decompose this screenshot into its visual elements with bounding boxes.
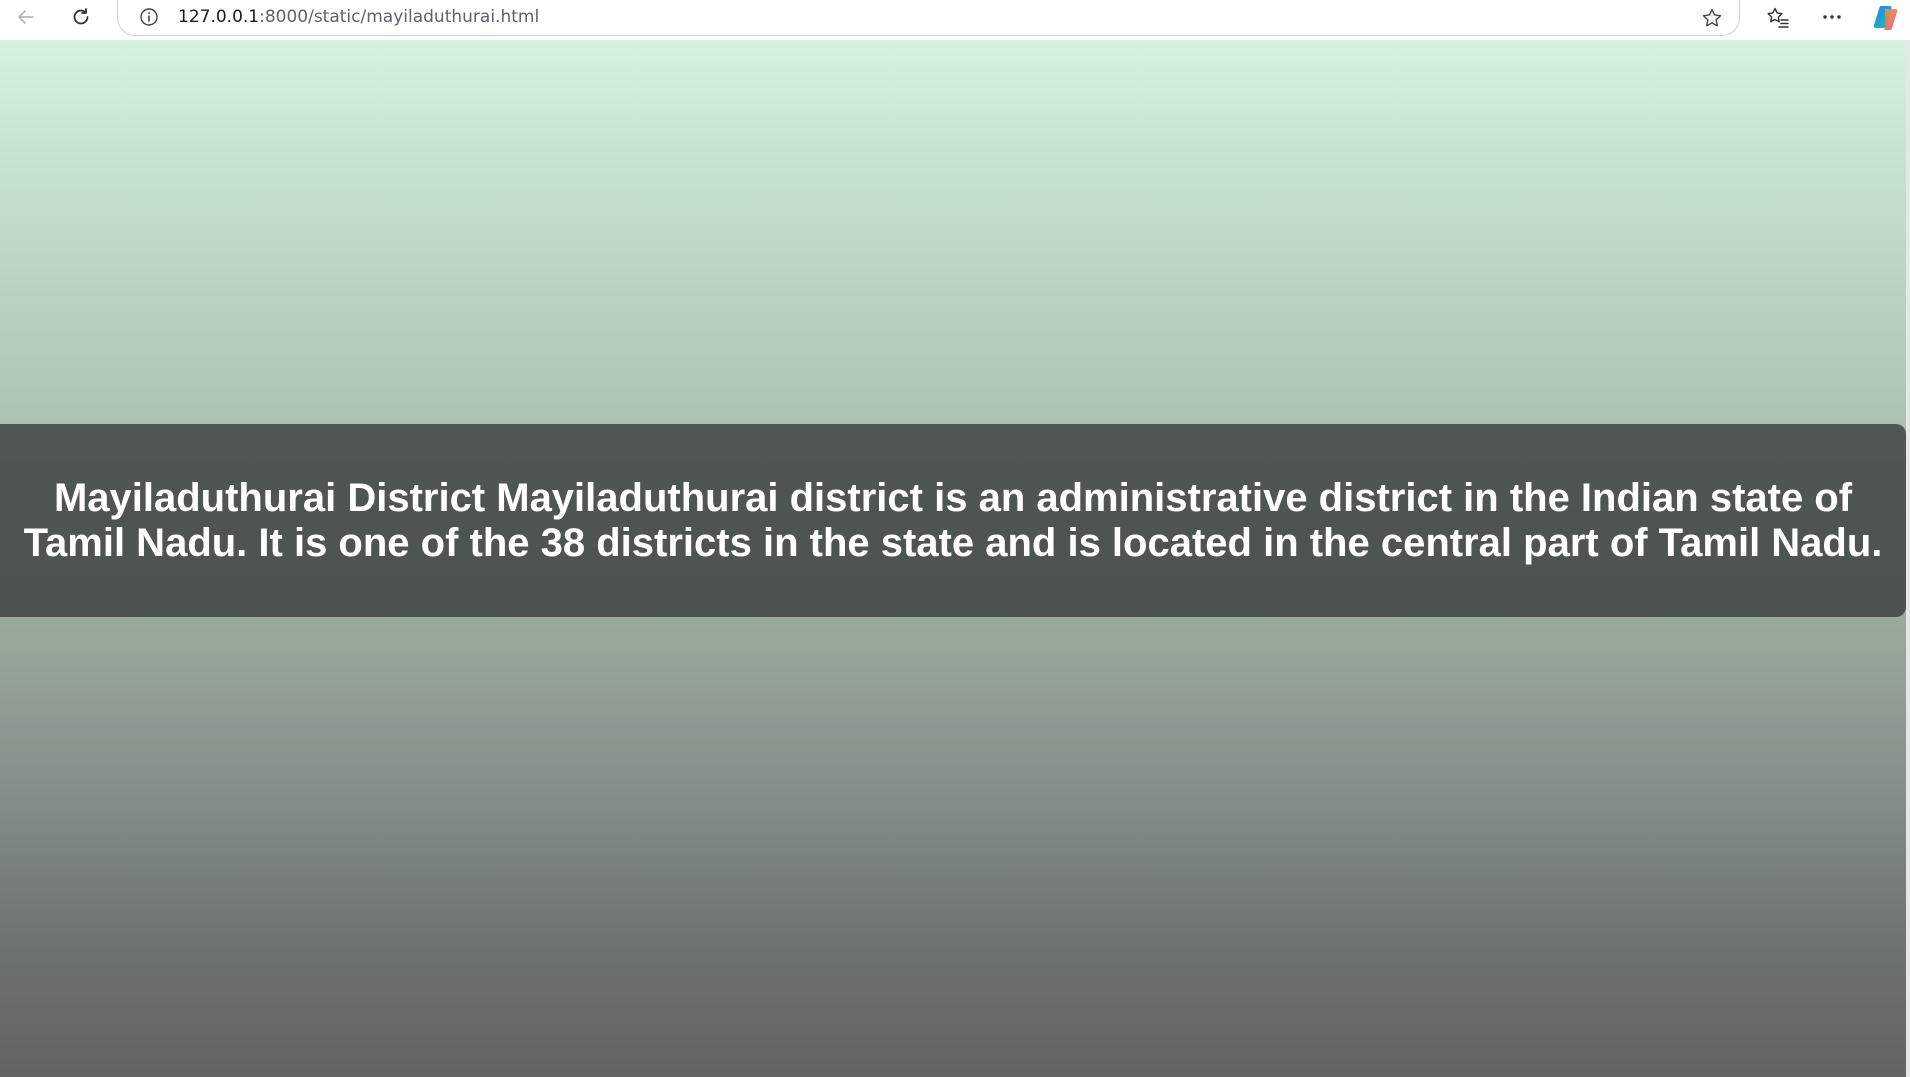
- page-viewport: Mayiladuthurai District Mayiladuthurai d…: [0, 40, 1906, 1077]
- more-button[interactable]: [1812, 0, 1852, 34]
- info-icon[interactable]: [138, 6, 160, 28]
- copilot-button[interactable]: [1866, 0, 1906, 34]
- banner-text: Mayiladuthurai District Mayiladuthurai d…: [23, 475, 1883, 565]
- more-icon: [1821, 6, 1843, 28]
- reload-icon: [70, 6, 92, 28]
- back-arrow-icon: [15, 6, 37, 28]
- back-button[interactable]: [6, 0, 46, 34]
- favorites-icon: [1766, 6, 1790, 28]
- url-host: 127.0.0.1: [178, 7, 260, 27]
- copilot-icon: [1872, 3, 1900, 31]
- url-path: :8000/static/mayiladuthurai.html: [259, 7, 540, 27]
- url-text[interactable]: 127.0.0.1:8000/static/mayiladuthurai.htm…: [178, 6, 539, 28]
- address-bar[interactable]: 127.0.0.1:8000/static/mayiladuthurai.htm…: [117, 0, 1740, 36]
- reload-button[interactable]: [61, 0, 101, 34]
- browser-toolbar: 127.0.0.1:8000/static/mayiladuthurai.htm…: [0, 0, 1910, 40]
- info-banner: Mayiladuthurai District Mayiladuthurai d…: [0, 424, 1906, 617]
- star-icon[interactable]: [1699, 5, 1725, 31]
- window-edge: [1906, 40, 1910, 1077]
- favorites-button[interactable]: [1758, 0, 1798, 34]
